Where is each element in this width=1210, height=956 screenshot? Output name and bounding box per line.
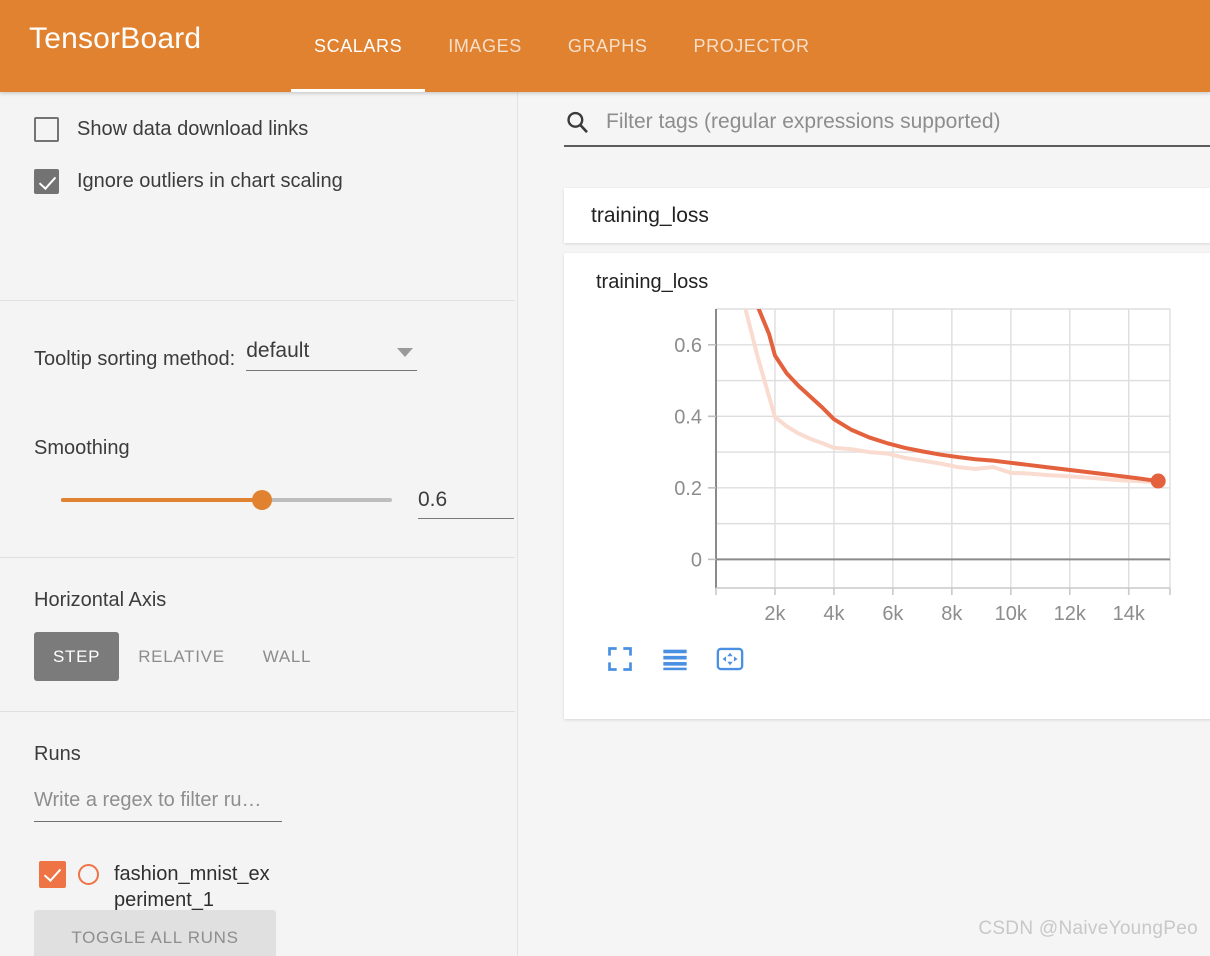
tag-filter-placeholder: Filter tags (regular expressions support… [606, 110, 1001, 134]
show-download-links-row[interactable]: Show data download links [34, 117, 308, 142]
data-table-icon[interactable] [661, 645, 689, 673]
tag-group-label: training_loss [591, 204, 709, 228]
tooltip-sorting-value: default [246, 339, 417, 363]
svg-text:14k: 14k [1113, 603, 1146, 623]
svg-text:0.4: 0.4 [674, 406, 702, 428]
ignore-outliers-row[interactable]: Ignore outliers in chart scaling [34, 169, 343, 194]
hax-button-wall[interactable]: WALL [244, 632, 330, 681]
divider-top [0, 300, 515, 301]
nav-tabs: SCALARS IMAGES GRAPHS PROJECTOR [291, 0, 833, 92]
smoothing-slider-thumb[interactable] [252, 490, 272, 510]
tab-images[interactable]: IMAGES [425, 0, 545, 92]
toggle-all-runs-button[interactable]: TOGGLE ALL RUNS [34, 910, 276, 956]
chart-toolbar [606, 645, 744, 673]
smoothing-slider[interactable] [61, 498, 392, 502]
ignore-outliers-label: Ignore outliers in chart scaling [77, 170, 343, 193]
tab-graphs[interactable]: GRAPHS [545, 0, 671, 92]
svg-text:0: 0 [691, 549, 702, 571]
smoothing-title: Smoothing [34, 437, 130, 460]
tag-filter-bar[interactable]: Filter tags (regular expressions support… [564, 109, 1210, 147]
svg-text:12k: 12k [1054, 603, 1087, 623]
watermark: CSDN @NaiveYoungPeo [978, 918, 1198, 940]
tooltip-sorting-label: Tooltip sorting method: [34, 348, 235, 371]
runs-filter-input[interactable]: Write a regex to filter ru… [34, 789, 282, 822]
chevron-down-icon [397, 348, 413, 357]
tag-group-header[interactable]: training_loss [564, 188, 1210, 243]
pan-reset-icon[interactable] [716, 645, 744, 673]
app-brand: TensorBoard [29, 22, 201, 56]
tab-projector[interactable]: PROJECTOR [670, 0, 832, 92]
divider-axis [0, 711, 515, 712]
tooltip-sorting-row: Tooltip sorting method: default [34, 339, 417, 371]
settings-sidebar: Show data download links Ignore outliers… [0, 92, 518, 956]
tooltip-sorting-select[interactable]: default [246, 339, 417, 371]
run-list-item[interactable]: fashion_mnist_experiment_1 [39, 861, 279, 913]
app-header: TensorBoard SCALARS IMAGES GRAPHS PROJEC… [0, 0, 1210, 92]
hax-button-step[interactable]: STEP [34, 632, 119, 681]
chart-title: training_loss [596, 271, 708, 294]
smoothing-slider-fill [61, 498, 262, 502]
line-chart-plot[interactable]: 0 0.2 0.4 0.6 2k 4k 6k 8k 10k 12k 14k [564, 303, 1210, 623]
svg-text:4k: 4k [823, 603, 845, 623]
main-content: Filter tags (regular expressions support… [519, 92, 1210, 956]
tab-scalars[interactable]: SCALARS [291, 0, 425, 92]
run-color-swatch [78, 864, 99, 885]
chart-card: training_loss 0 0.2 0.4 0.6 2k 4k 6k 8k 10k 12k 14… [564, 253, 1210, 719]
horizontal-axis-buttons: STEP RELATIVE WALL [34, 632, 330, 681]
svg-text:6k: 6k [882, 603, 904, 623]
show-download-links-checkbox[interactable] [34, 117, 59, 142]
run-name-label: fashion_mnist_experiment_1 [114, 861, 279, 913]
svg-text:8k: 8k [941, 603, 963, 623]
svg-text:2k: 2k [764, 603, 786, 623]
ignore-outliers-checkbox[interactable] [34, 169, 59, 194]
search-icon [564, 109, 590, 135]
divider-smoothing [0, 557, 515, 558]
horizontal-axis-title: Horizontal Axis [34, 589, 166, 612]
run-checkbox[interactable] [39, 861, 66, 888]
show-download-links-label: Show data download links [77, 118, 308, 141]
smoothing-value-input[interactable]: 0.6 [418, 488, 514, 519]
svg-text:0.6: 0.6 [674, 335, 702, 357]
svg-text:0.2: 0.2 [674, 478, 702, 500]
hax-button-relative[interactable]: RELATIVE [119, 632, 244, 681]
fullscreen-icon[interactable] [606, 645, 634, 673]
tensorboard-app: TensorBoard SCALARS IMAGES GRAPHS PROJEC… [0, 0, 1210, 956]
svg-text:10k: 10k [995, 603, 1028, 623]
runs-title: Runs [34, 743, 81, 766]
